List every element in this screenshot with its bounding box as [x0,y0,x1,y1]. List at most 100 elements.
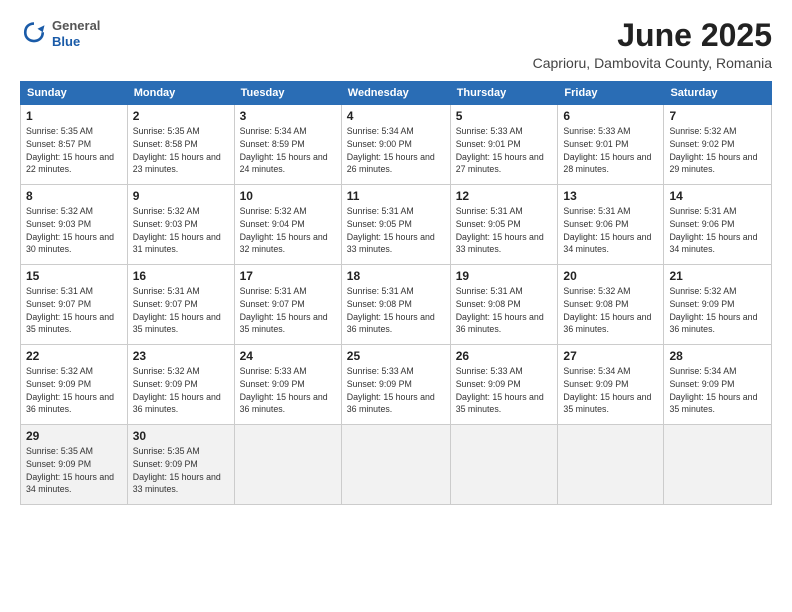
table-row: 5Sunrise: 5:33 AMSunset: 9:01 PMDaylight… [450,105,558,185]
day-number: 8 [26,189,122,203]
header-tuesday: Tuesday [234,82,341,105]
header-saturday: Saturday [664,82,772,105]
table-row [450,425,558,505]
day-detail: Sunrise: 5:32 AMSunset: 9:09 PMDaylight:… [133,366,221,414]
table-row: 2Sunrise: 5:35 AMSunset: 8:58 PMDaylight… [127,105,234,185]
day-number: 26 [456,349,553,363]
table-row: 16 Sunrise: 5:31 AMSunset: 9:07 PMDayligh… [127,265,234,345]
day-detail: Sunrise: 5:32 AMSunset: 9:08 PMDaylight:… [563,286,651,334]
table-row: 6 Sunrise: 5:33 AMSunset: 9:01 PMDaylight… [558,105,664,185]
day-number: 1 [26,109,122,123]
day-detail: Sunrise: 5:34 AMSunset: 9:09 PMDaylight:… [669,366,757,414]
table-row: 29 Sunrise: 5:35 AMSunset: 9:09 PMDayligh… [21,425,128,505]
day-detail: Sunrise: 5:33 AMSunset: 9:09 PMDaylight:… [240,366,328,414]
day-number: 4 [347,109,445,123]
day-detail: Sunrise: 5:31 AMSunset: 9:05 PMDaylight:… [347,206,435,254]
day-number: 9 [133,189,229,203]
day-detail: Sunrise: 5:31 AMSunset: 9:06 PMDaylight:… [563,206,651,254]
day-detail: Sunrise: 5:33 AMSunset: 9:09 PMDaylight:… [347,366,435,414]
day-detail: Sunrise: 5:31 AMSunset: 9:07 PMDaylight:… [26,286,114,334]
day-detail: Sunrise: 5:32 AMSunset: 9:03 PMDaylight:… [133,206,221,254]
table-row: 11 Sunrise: 5:31 AMSunset: 9:05 PMDayligh… [341,185,450,265]
day-detail: Sunrise: 5:35 AMSunset: 8:58 PMDaylight:… [133,126,221,174]
day-detail: Sunrise: 5:32 AMSunset: 9:09 PMDaylight:… [669,286,757,334]
day-number: 20 [563,269,658,283]
table-row [558,425,664,505]
day-number: 10 [240,189,336,203]
day-detail: Sunrise: 5:32 AMSunset: 9:02 PMDaylight:… [669,126,757,174]
day-number: 16 [133,269,229,283]
table-row: 28 Sunrise: 5:34 AMSunset: 9:09 PMDayligh… [664,345,772,425]
subtitle: Caprioru, Dambovita County, Romania [533,55,772,71]
table-row: 19Sunrise: 5:31 AMSunset: 9:08 PMDayligh… [450,265,558,345]
day-detail: Sunrise: 5:31 AMSunset: 9:07 PMDaylight:… [133,286,221,334]
day-number: 6 [563,109,658,123]
day-number: 11 [347,189,445,203]
calendar-row: 8 Sunrise: 5:32 AMSunset: 9:03 PMDaylight… [21,185,772,265]
calendar-page: General Blue June 2025 Caprioru, Dambovi… [0,0,792,612]
day-number: 29 [26,429,122,443]
table-row [341,425,450,505]
day-number: 28 [669,349,766,363]
title-area: June 2025 Caprioru, Dambovita County, Ro… [533,18,772,71]
day-number: 18 [347,269,445,283]
table-row [664,425,772,505]
day-detail: Sunrise: 5:35 AMSunset: 8:57 PMDaylight:… [26,126,114,174]
day-number: 24 [240,349,336,363]
table-row: 26 Sunrise: 5:33 AMSunset: 9:09 PMDayligh… [450,345,558,425]
day-number: 23 [133,349,229,363]
header-monday: Monday [127,82,234,105]
day-detail: Sunrise: 5:33 AMSunset: 9:01 PMDaylight:… [563,126,651,174]
table-row: 23 Sunrise: 5:32 AMSunset: 9:09 PMDayligh… [127,345,234,425]
day-detail: Sunrise: 5:35 AMSunset: 9:09 PMDaylight:… [26,446,114,494]
day-detail: Sunrise: 5:34 AMSunset: 9:00 PMDaylight:… [347,126,435,174]
logo-text: General Blue [52,18,100,49]
table-row: 30Sunrise: 5:35 AMSunset: 9:09 PMDayligh… [127,425,234,505]
calendar-row: 15Sunrise: 5:31 AMSunset: 9:07 PMDayligh… [21,265,772,345]
day-number: 3 [240,109,336,123]
calendar-row: 29 Sunrise: 5:35 AMSunset: 9:09 PMDayligh… [21,425,772,505]
header-sunday: Sunday [21,82,128,105]
day-detail: Sunrise: 5:31 AMSunset: 9:06 PMDaylight:… [669,206,757,254]
day-number: 25 [347,349,445,363]
table-row: 20 Sunrise: 5:32 AMSunset: 9:08 PMDayligh… [558,265,664,345]
header: General Blue June 2025 Caprioru, Dambovi… [20,18,772,71]
table-row: 27Sunrise: 5:34 AMSunset: 9:09 PMDayligh… [558,345,664,425]
table-row [234,425,341,505]
day-number: 19 [456,269,553,283]
table-row: 17Sunrise: 5:31 AMSunset: 9:07 PMDayligh… [234,265,341,345]
logo-blue: Blue [52,34,100,50]
table-row: 10 Sunrise: 5:32 AMSunset: 9:04 PMDayligh… [234,185,341,265]
table-row: 13Sunrise: 5:31 AMSunset: 9:06 PMDayligh… [558,185,664,265]
table-row: 4 Sunrise: 5:34 AMSunset: 9:00 PMDaylight… [341,105,450,185]
logo: General Blue [20,18,100,49]
calendar-header-row: Sunday Monday Tuesday Wednesday Thursday… [21,82,772,105]
table-row: 8 Sunrise: 5:32 AMSunset: 9:03 PMDaylight… [21,185,128,265]
day-detail: Sunrise: 5:34 AMSunset: 9:09 PMDaylight:… [563,366,651,414]
day-detail: Sunrise: 5:31 AMSunset: 9:08 PMDaylight:… [347,286,435,334]
table-row: 25 Sunrise: 5:33 AMSunset: 9:09 PMDayligh… [341,345,450,425]
header-wednesday: Wednesday [341,82,450,105]
calendar-table: Sunday Monday Tuesday Wednesday Thursday… [20,81,772,505]
main-title: June 2025 [533,18,772,53]
day-detail: Sunrise: 5:32 AMSunset: 9:09 PMDaylight:… [26,366,114,414]
table-row: 15Sunrise: 5:31 AMSunset: 9:07 PMDayligh… [21,265,128,345]
day-detail: Sunrise: 5:32 AMSunset: 9:04 PMDaylight:… [240,206,328,254]
day-detail: Sunrise: 5:31 AMSunset: 9:05 PMDaylight:… [456,206,544,254]
table-row: 1 Sunrise: 5:35 AMSunset: 8:57 PMDaylight… [21,105,128,185]
day-detail: Sunrise: 5:33 AMSunset: 9:01 PMDaylight:… [456,126,544,174]
table-row: 7 Sunrise: 5:32 AMSunset: 9:02 PMDaylight… [664,105,772,185]
day-detail: Sunrise: 5:33 AMSunset: 9:09 PMDaylight:… [456,366,544,414]
table-row: 3Sunrise: 5:34 AMSunset: 8:59 PMDaylight… [234,105,341,185]
day-number: 17 [240,269,336,283]
header-friday: Friday [558,82,664,105]
table-row: 24 Sunrise: 5:33 AMSunset: 9:09 PMDayligh… [234,345,341,425]
day-number: 7 [669,109,766,123]
table-row: 22Sunrise: 5:32 AMSunset: 9:09 PMDayligh… [21,345,128,425]
table-row: 9 Sunrise: 5:32 AMSunset: 9:03 PMDaylight… [127,185,234,265]
day-detail: Sunrise: 5:32 AMSunset: 9:03 PMDaylight:… [26,206,114,254]
day-number: 14 [669,189,766,203]
day-number: 21 [669,269,766,283]
table-row: 14 Sunrise: 5:31 AMSunset: 9:06 PMDayligh… [664,185,772,265]
logo-general: General [52,18,100,34]
